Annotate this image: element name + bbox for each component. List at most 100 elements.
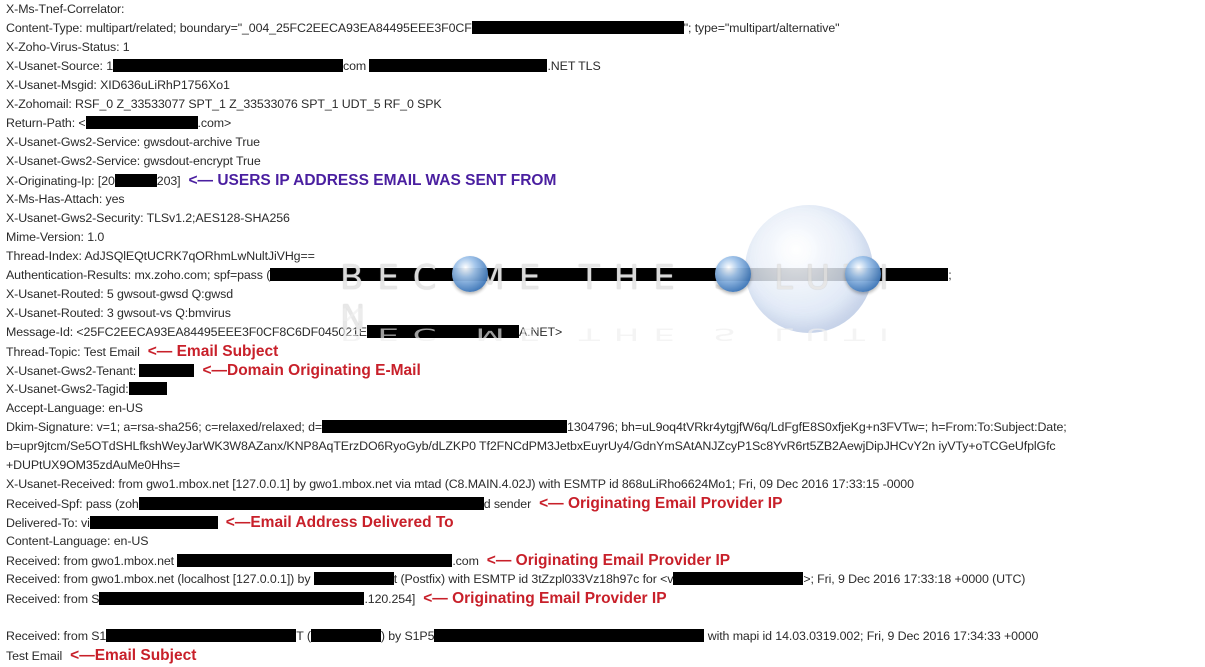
header-text: X-Originating-Ip: [20 bbox=[6, 174, 115, 188]
header-text: Received: from S1 bbox=[6, 629, 107, 643]
header-text: Dkim-Signature: v=1; a=rsa-sha256; c=rel… bbox=[6, 420, 323, 434]
header-text: Authentication-Results: mx.zoho.com; spf… bbox=[6, 268, 271, 282]
header-text: "; type="multipart/alternative" bbox=[683, 21, 840, 35]
redaction-bar bbox=[106, 629, 297, 642]
annotation-label: <— Email Subject bbox=[147, 343, 279, 360]
header-text: X-Usanet-Msgid: XID636uLiRhP1756Xo1 bbox=[6, 78, 230, 92]
header-text: X-Zohomail: RSF_0 Z_33533077 SPT_1 Z_335… bbox=[6, 97, 442, 111]
header-line: Return-Path: < .com> bbox=[6, 114, 1201, 133]
header-text: Message-Id: <25FC2EECA93EA84495EEE3F0CF8… bbox=[6, 325, 367, 339]
header-line: Message-Id: <25FC2EECA93EA84495EEE3F0CF8… bbox=[6, 323, 1201, 342]
redaction-bar bbox=[177, 554, 453, 567]
header-text: 203] bbox=[156, 174, 181, 188]
redaction-bar bbox=[366, 325, 519, 338]
header-line: Received-Spf: pass (zoh d sender <— Origin… bbox=[6, 494, 1201, 513]
header-text: Mime-Version: 1.0 bbox=[6, 230, 105, 244]
header-text: 1304796; bh=uL9oq4tVRkr4ytgjfW6q/LdFgfE8… bbox=[567, 420, 1067, 434]
redaction-bar bbox=[128, 382, 167, 395]
header-text: X-Usanet-Received: from gwo1.mbox.net [1… bbox=[6, 477, 914, 491]
header-line: Accept-Language: en-US bbox=[6, 399, 1201, 418]
redaction-bar bbox=[114, 174, 157, 187]
header-line: +DUPtUX9OM35zdAuMe0Hhs= bbox=[6, 456, 1201, 475]
header-text: Test Email bbox=[6, 649, 63, 663]
header-text: .com bbox=[452, 554, 479, 568]
header-text: X-Ms-Tnef-Correlator: bbox=[6, 2, 125, 16]
header-line: X-Usanet-Routed: 3 gwsout-vs Q:bmvirus bbox=[6, 304, 1201, 323]
header-text: X-Usanet-Gws2-Tagid: bbox=[6, 382, 129, 396]
header-line: X-Usanet-Gws2-Service: gwsdout-archive T… bbox=[6, 133, 1201, 152]
annotation-label: <—Domain Originating E-Mail bbox=[202, 362, 421, 379]
header-line: X-Usanet-Gws2-Tenant: <—Domain Originati… bbox=[6, 361, 1201, 380]
header-line: Content-Type: multipart/related; boundar… bbox=[6, 19, 1201, 38]
redaction-bar bbox=[99, 592, 365, 605]
annotation-label: <— USERS IP ADDRESS EMAIL WAS SENT FROM bbox=[188, 172, 557, 189]
header-text: A.NET> bbox=[518, 325, 563, 339]
header-line: b=upr9jtcm/Se5OTdSHLfkshWeyJarWK3W8AZanx… bbox=[6, 437, 1201, 456]
redaction-bar bbox=[270, 268, 949, 281]
header-line: Content-Language: en-US bbox=[6, 532, 1201, 551]
redaction-bar bbox=[434, 629, 705, 642]
header-line: Test Email <—Email Subject bbox=[6, 646, 1201, 665]
header-text: >; Fri, 9 Dec 2016 17:33:18 +0000 (UTC) bbox=[803, 572, 1026, 586]
header-line: X-Usanet-Msgid: XID636uLiRhP1756Xo1 bbox=[6, 76, 1201, 95]
header-text: Return-Path: < bbox=[6, 116, 86, 130]
email-header-list: X-Ms-Tnef-Correlator: Content-Type: multi… bbox=[6, 0, 1201, 665]
header-line: Delivered-To: vi <—Email Address Delivere… bbox=[6, 513, 1201, 532]
header-text: ) by S1P5 bbox=[380, 629, 435, 643]
redaction-bar bbox=[471, 21, 684, 34]
header-text: with mapi id 14.03.0319.002; Fri, 9 Dec … bbox=[704, 629, 1039, 643]
header-text: Content-Type: multipart/related; boundar… bbox=[6, 21, 472, 35]
header-line: X-Usanet-Source: 1 com .NET TLS bbox=[6, 57, 1201, 76]
header-text: Received: from S bbox=[6, 592, 100, 606]
header-text: Received-Spf: pass (zoh bbox=[6, 497, 139, 511]
header-text: +DUPtUX9OM35zdAuMe0Hhs= bbox=[6, 458, 181, 472]
redaction-bar bbox=[113, 59, 344, 72]
annotation-label: <— Originating Email Provider IP bbox=[486, 552, 731, 569]
header-text: .120.254] bbox=[364, 592, 416, 606]
redaction-bar bbox=[85, 116, 198, 129]
header-text: X-Usanet-Gws2-Service: gwsdout-encrypt T… bbox=[6, 154, 261, 168]
redaction-bar bbox=[138, 497, 484, 510]
header-text: X-Usanet-Gws2-Security: TLSv1.2;AES128-S… bbox=[6, 211, 290, 225]
header-line: X-Originating-Ip: [20 203] <— USERS IP ADD… bbox=[6, 171, 1201, 190]
header-line: Received: from S .120.254] <— Originating … bbox=[6, 589, 1201, 608]
header-text: X-Usanet-Gws2-Tenant: bbox=[6, 364, 140, 378]
redaction-bar bbox=[89, 516, 218, 529]
header-text: .NET TLS bbox=[547, 59, 601, 73]
header-line: Thread-Topic: Test Email <— Email Subject bbox=[6, 342, 1201, 361]
header-line: X-Zoho-Virus-Status: 1 bbox=[6, 38, 1201, 57]
header-text: X-Usanet-Routed: 3 gwsout-vs Q:bmvirus bbox=[6, 306, 231, 320]
header-text: Thread-Topic: Test Email bbox=[6, 345, 140, 359]
header-text: X-Usanet-Routed: 5 gwsout-gwsd Q:gwsd bbox=[6, 287, 234, 301]
annotation-label: <—Email Subject bbox=[70, 647, 197, 664]
header-line: X-Usanet-Received: from gwo1.mbox.net [1… bbox=[6, 475, 1201, 494]
header-line: X-Ms-Has-Attach: yes bbox=[6, 190, 1201, 209]
header-text: Thread-Index: AdJSQlEQtUCRK7qORhmLwNultJ… bbox=[6, 249, 315, 263]
header-text: T ( bbox=[296, 629, 311, 643]
header-text: X-Usanet-Gws2-Service: gwsdout-archive T… bbox=[6, 135, 260, 149]
header-text: t (Postfix) with ESMTP id 3tZzpl033Vz18h… bbox=[393, 572, 674, 586]
header-line: X-Ms-Tnef-Correlator: bbox=[6, 0, 1201, 19]
header-line: Authentication-Results: mx.zoho.com; spf… bbox=[6, 266, 1201, 285]
header-text: Received: from gwo1.mbox.net bbox=[6, 554, 178, 568]
header-text: ; bbox=[948, 268, 952, 282]
header-text: com bbox=[343, 59, 370, 73]
annotation-label: <— Originating Email Provider IP bbox=[539, 495, 783, 512]
header-line: Received: from S1 T ( ) by S1P5 with mapi … bbox=[6, 627, 1201, 646]
header-line: X-Zohomail: RSF_0 Z_33533077 SPT_1 Z_335… bbox=[6, 95, 1201, 114]
header-line: Received: from gwo1.mbox.net (localhost … bbox=[6, 570, 1201, 589]
header-text: Delivered-To: vi bbox=[6, 516, 90, 530]
header-text: b=upr9jtcm/Se5OTdSHLfkshWeyJarWK3W8AZanx… bbox=[6, 439, 1056, 453]
header-line: X-Usanet-Gws2-Tagid: bbox=[6, 380, 1201, 399]
header-line: Dkim-Signature: v=1; a=rsa-sha256; c=rel… bbox=[6, 418, 1201, 437]
header-text: X-Zoho-Virus-Status: 1 bbox=[6, 40, 130, 54]
header-line: X-Usanet-Gws2-Security: TLSv1.2;AES128-S… bbox=[6, 209, 1201, 228]
header-line: Mime-Version: 1.0 bbox=[6, 228, 1201, 247]
header-text: Content-Language: en-US bbox=[6, 534, 149, 548]
redaction-bar bbox=[313, 572, 394, 585]
header-text: .com> bbox=[197, 116, 232, 130]
header-line: X-Usanet-Gws2-Service: gwsdout-encrypt T… bbox=[6, 152, 1201, 171]
redaction-bar bbox=[139, 364, 195, 377]
header-line: Received: from gwo1.mbox.net .com <— Orig… bbox=[6, 551, 1201, 570]
